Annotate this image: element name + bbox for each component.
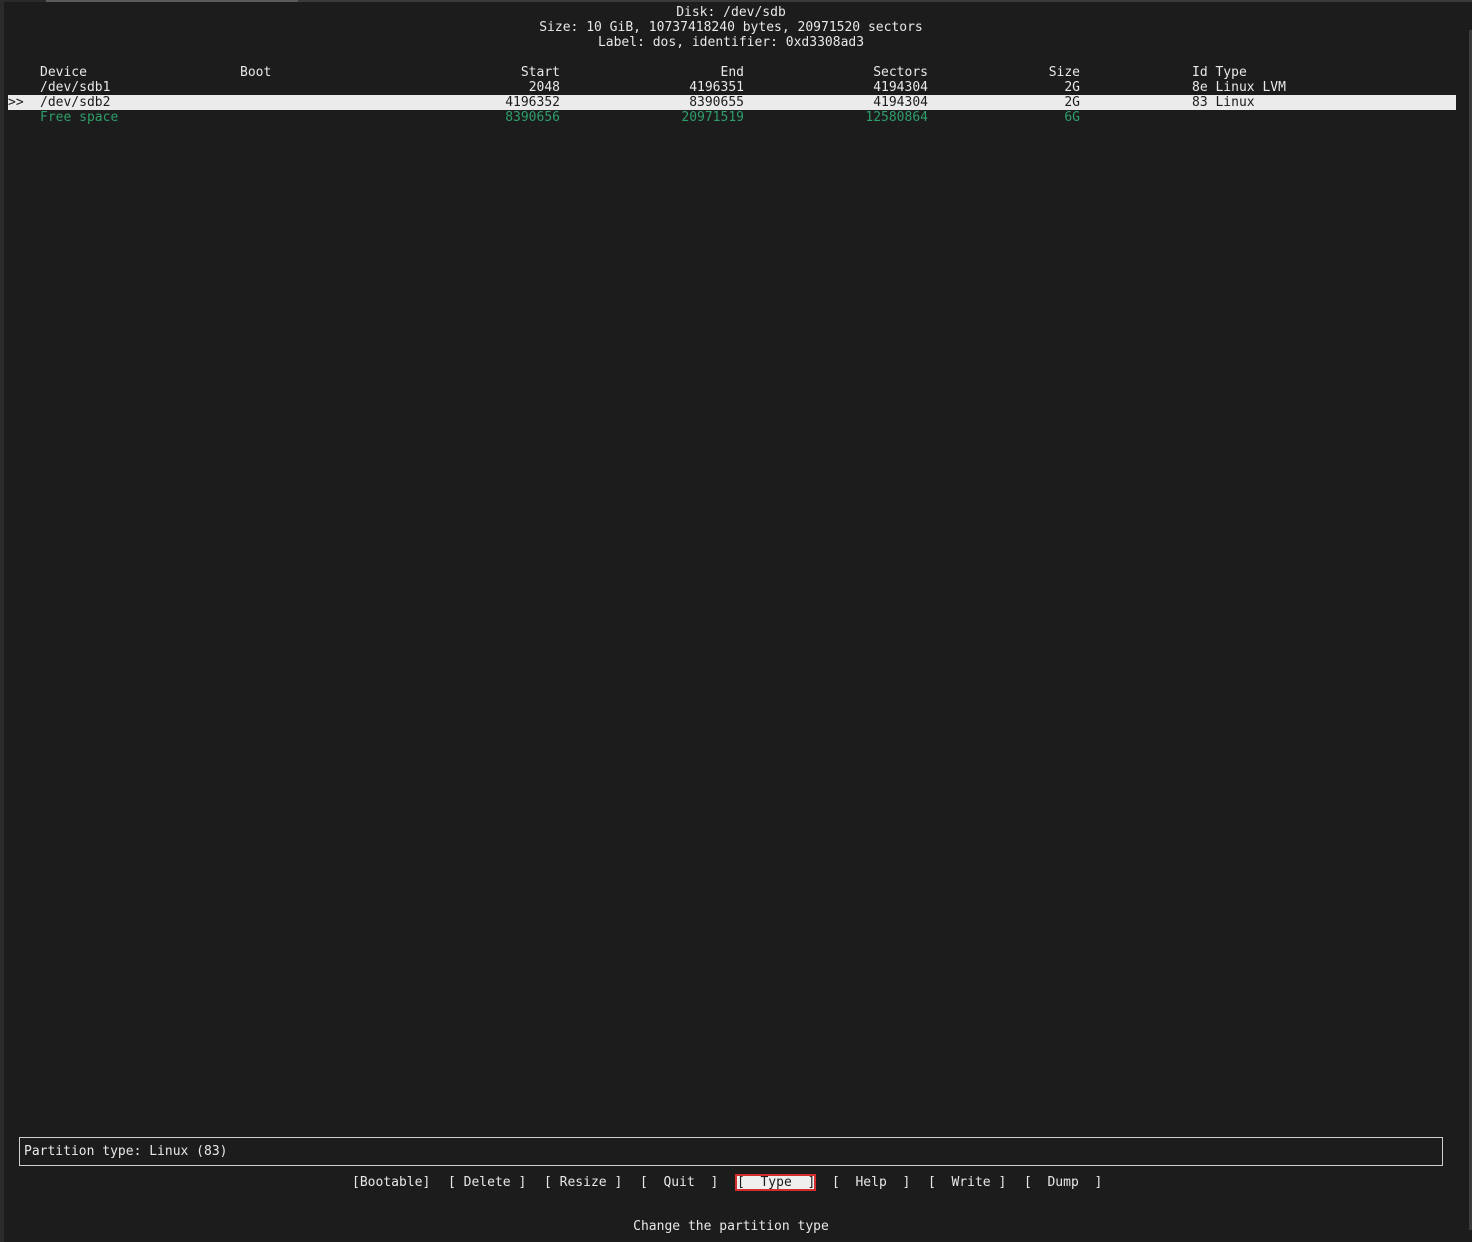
column-header-size: Size bbox=[1048, 65, 1080, 80]
partition-device: Free space bbox=[40, 110, 119, 125]
action-hint: Change the partition type bbox=[633, 1219, 829, 1234]
help-button[interactable]: [ Help ] bbox=[832, 1174, 910, 1191]
window-left-border bbox=[0, 0, 4, 1242]
partition-device: /dev/sdb1 bbox=[40, 80, 111, 95]
window-top-border bbox=[0, 0, 1472, 2]
column-header-boot: Boot bbox=[240, 65, 272, 80]
write-button[interactable]: [ Write ] bbox=[928, 1174, 1006, 1191]
partition-size: 2G bbox=[1064, 80, 1080, 95]
column-header-end: End bbox=[720, 65, 744, 80]
quit-button[interactable]: [ Quit ] bbox=[640, 1174, 718, 1191]
partition-end: 20971519 bbox=[681, 110, 744, 125]
window-tab-left bbox=[0, 0, 46, 2]
column-header-device: Device bbox=[40, 65, 87, 80]
status-panel: Partition type: Linux (83) bbox=[19, 1137, 1443, 1166]
partition-size: 2G bbox=[1064, 95, 1080, 110]
partition-size: 6G bbox=[1064, 110, 1080, 125]
resize-button[interactable]: [ Resize ] bbox=[544, 1174, 622, 1191]
selection-marker: >> bbox=[8, 95, 24, 110]
table-header: Device Boot Start End Sectors Size Id Ty… bbox=[8, 65, 1456, 80]
partition-start: 4196352 bbox=[505, 95, 560, 110]
disk-title: Disk: /dev/sdb bbox=[676, 5, 786, 20]
disk-size-info: Size: 10 GiB, 10737418240 bytes, 2097152… bbox=[539, 20, 923, 35]
free-space-row[interactable]: Free space 8390656 20971519 12580864 6G bbox=[8, 110, 1456, 125]
dump-button[interactable]: [ Dump ] bbox=[1024, 1174, 1102, 1191]
partition-end: 8390655 bbox=[689, 95, 744, 110]
partition-type: 83 Linux bbox=[1192, 95, 1255, 110]
bootable-button[interactable]: [Bootable] bbox=[352, 1174, 430, 1191]
column-header-start: Start bbox=[520, 65, 560, 80]
partition-row-sdb1[interactable]: /dev/sdb1 2048 4196351 4194304 2G 8e Lin… bbox=[8, 80, 1456, 95]
partition-type: 8e Linux LVM bbox=[1192, 80, 1286, 95]
partition-row-sdb2[interactable]: >> /dev/sdb2 4196352 8390655 4194304 2G … bbox=[8, 95, 1456, 110]
partition-end: 4196351 bbox=[689, 80, 744, 95]
delete-button[interactable]: [ Delete ] bbox=[448, 1174, 526, 1191]
partition-device: /dev/sdb2 bbox=[40, 95, 111, 110]
column-header-type: Id Type bbox=[1192, 65, 1247, 80]
partition-start: 8390656 bbox=[505, 110, 560, 125]
window-tab-active bbox=[46, 0, 298, 2]
disk-label-info: Label: dos, identifier: 0xd3308ad3 bbox=[597, 35, 865, 50]
partition-type-status: Partition type: Linux (83) bbox=[24, 1144, 228, 1159]
type-button[interactable]: [ Type ] bbox=[735, 1174, 816, 1191]
partition-start: 2048 bbox=[528, 80, 560, 95]
